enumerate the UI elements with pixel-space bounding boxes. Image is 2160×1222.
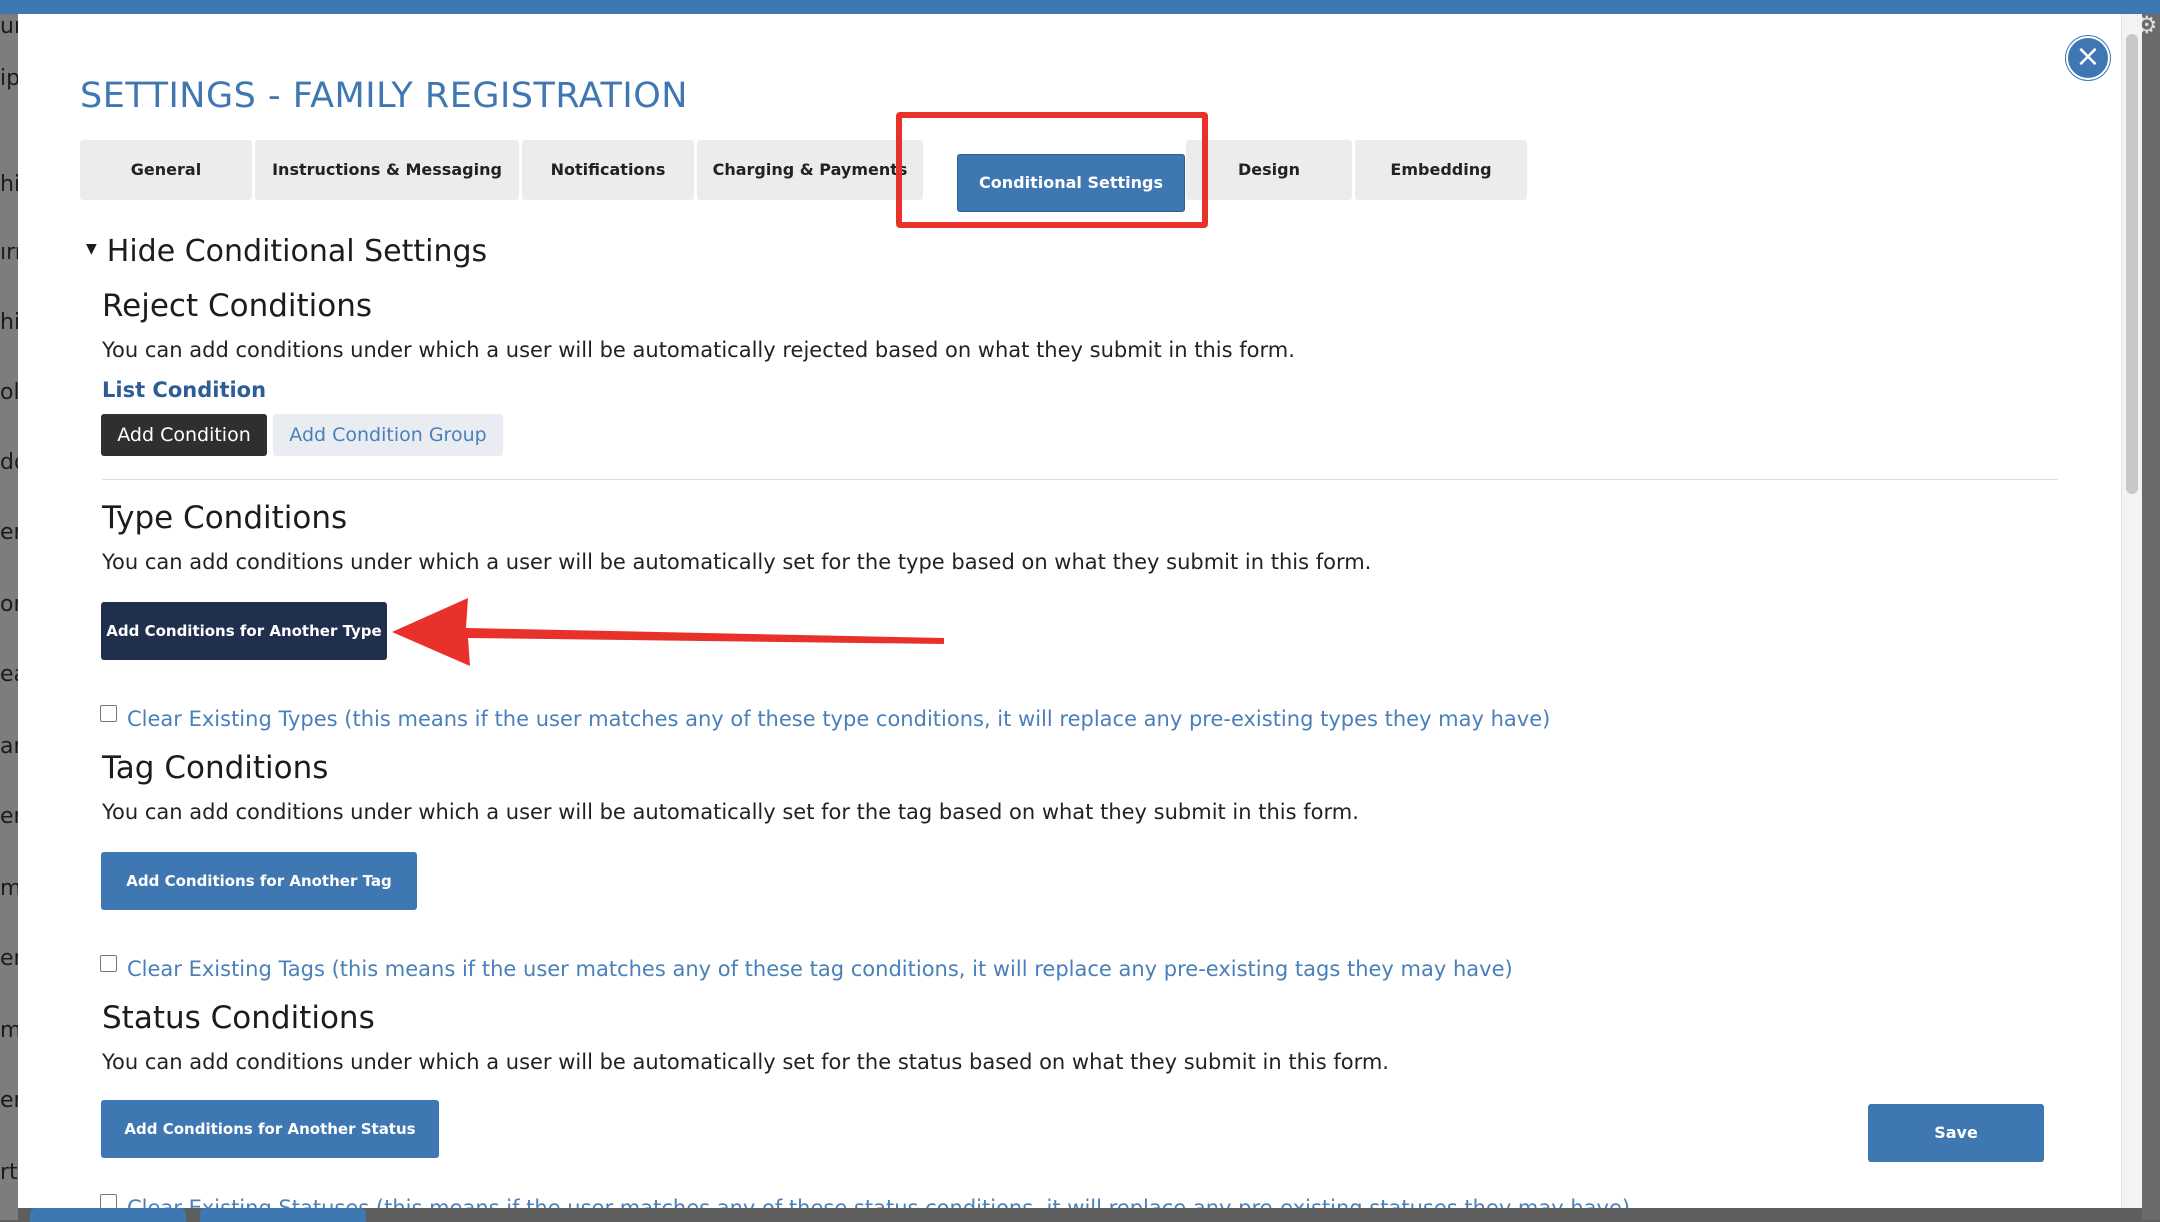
annotation-arrow-shape bbox=[392, 598, 944, 666]
annotation-arrow bbox=[392, 598, 944, 666]
